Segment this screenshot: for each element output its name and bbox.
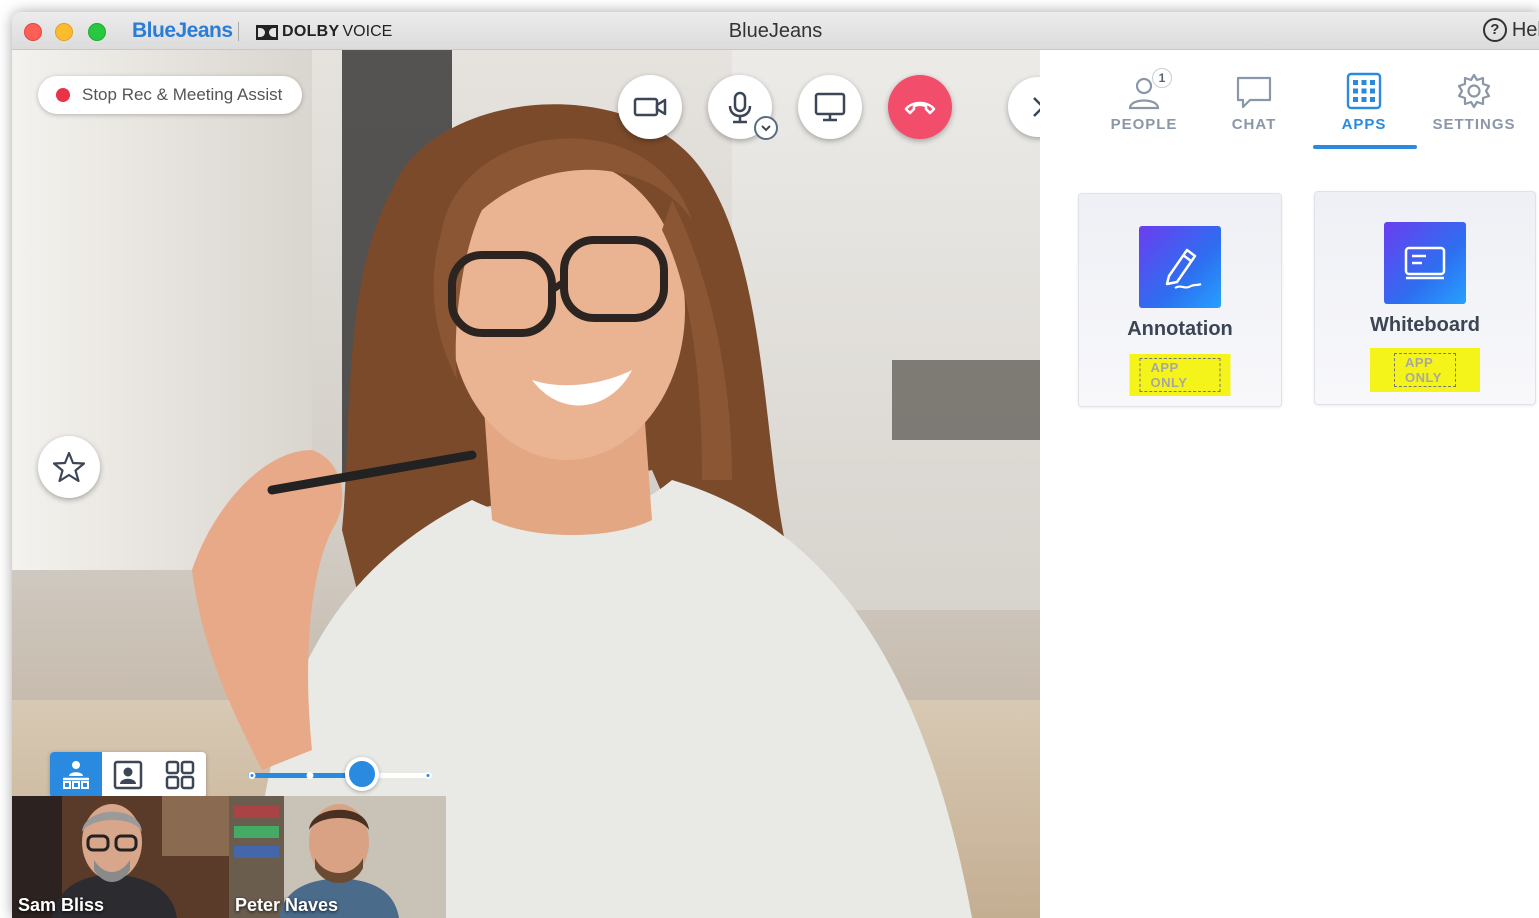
active-tab-indicator <box>1313 145 1417 149</box>
monitor-icon <box>814 92 846 122</box>
layout-selector <box>50 752 206 798</box>
window-close-button[interactable] <box>24 23 42 41</box>
apps-grid-icon <box>1346 72 1382 110</box>
stop-recording-button[interactable]: Stop Rec & Meeting Assist <box>38 76 303 114</box>
tab-people[interactable]: 1 PEOPLE <box>1092 68 1196 133</box>
app-only-tag: APP ONLY <box>1129 354 1231 396</box>
people-count-badge: 1 <box>1152 68 1172 88</box>
slider-tick <box>424 772 432 779</box>
chevron-right-icon <box>1033 97 1040 117</box>
slider-tick <box>248 772 256 779</box>
window-minimize-button[interactable] <box>55 23 73 41</box>
app-name: Annotation <box>1127 318 1233 340</box>
chat-bubble-icon <box>1236 76 1272 109</box>
volume-slider[interactable] <box>248 757 432 791</box>
participant-name: Sam Bliss <box>18 895 105 915</box>
pen-icon <box>1165 248 1202 289</box>
bluejeans-logo: BlueJeans <box>132 19 233 42</box>
screen-share-button[interactable] <box>798 75 862 139</box>
microphone-options-button[interactable] <box>754 116 778 140</box>
hang-up-icon <box>904 101 936 115</box>
annotation-app-card[interactable]: Annotation APP ONLY <box>1078 193 1282 407</box>
app-only-tag: APP ONLY <box>1370 348 1480 392</box>
gear-icon <box>1457 73 1491 109</box>
app-tag-label: APP ONLY <box>1394 353 1456 387</box>
tab-label: CHAT <box>1231 116 1277 133</box>
app-tag-label: APP ONLY <box>1139 358 1221 392</box>
whiteboard-app-card[interactable]: Whiteboard APP ONLY <box>1314 191 1536 405</box>
side-panel: 1 PEOPLE CHAT APPS SETTINGS Annotation A… <box>1040 50 1539 918</box>
favorite-button[interactable] <box>38 436 100 498</box>
tab-label: APPS <box>1341 116 1387 133</box>
participant-name: Peter Naves <box>235 895 339 915</box>
dolby-voice-logo: DOLBY VOICE <box>256 23 392 41</box>
help-label: Help <box>1511 18 1539 41</box>
star-icon <box>52 451 86 483</box>
help-button[interactable]: ? Help <box>1482 18 1539 42</box>
speaker-layout-button[interactable] <box>102 752 154 798</box>
whiteboard-app-icon <box>1384 222 1466 304</box>
tab-label: SETTINGS <box>1432 116 1516 133</box>
participant-thumbnails: Sam Bliss Peter Naves <box>12 796 446 918</box>
chevron-down-icon <box>761 125 771 132</box>
presenter-layout-icon <box>63 761 89 789</box>
participant-thumbnail[interactable]: Sam Bliss <box>12 796 229 918</box>
help-icon: ? <box>1482 18 1507 42</box>
voice-text: VOICE <box>342 23 393 40</box>
panel-tabs: 1 PEOPLE CHAT APPS SETTINGS <box>1040 50 1539 152</box>
app-name: Whiteboard <box>1370 314 1480 336</box>
tab-settings[interactable]: SETTINGS <box>1422 72 1526 133</box>
grid-icon <box>165 760 195 790</box>
title-divider <box>238 22 239 41</box>
record-dot-icon <box>56 88 70 102</box>
camera-toggle-button[interactable] <box>618 75 682 139</box>
bluejeans-window: BlueJeans DOLBY VOICE BlueJeans ? Help <box>12 12 1539 918</box>
person-frame-icon <box>113 760 143 790</box>
window-title: BlueJeans <box>728 20 823 42</box>
title-bar: BlueJeans DOLBY VOICE BlueJeans ? Help <box>12 12 1539 50</box>
people-layout-button[interactable] <box>50 752 102 798</box>
main-video: Stop Rec & Meeting Assist Sam Bliss Pete… <box>12 50 1040 918</box>
tab-chat[interactable]: CHAT <box>1202 72 1306 133</box>
recording-label: Stop Rec & Meeting Assist <box>82 85 283 104</box>
slider-thumb[interactable] <box>345 757 379 791</box>
video-camera-icon <box>633 97 667 117</box>
annotation-app-icon <box>1139 226 1221 308</box>
gallery-layout-button[interactable] <box>154 752 206 798</box>
participant-thumbnail[interactable]: Peter Naves <box>229 796 446 918</box>
dolby-text: DOLBY <box>282 23 340 40</box>
microphone-icon <box>728 91 752 124</box>
slider-tick <box>306 772 314 779</box>
end-call-button[interactable] <box>888 75 952 139</box>
window-maximize-button[interactable] <box>88 23 106 41</box>
dolby-icon <box>256 24 278 40</box>
tab-label: PEOPLE <box>1110 116 1178 133</box>
whiteboard-icon <box>1404 246 1446 280</box>
tab-apps[interactable]: APPS <box>1312 72 1416 133</box>
